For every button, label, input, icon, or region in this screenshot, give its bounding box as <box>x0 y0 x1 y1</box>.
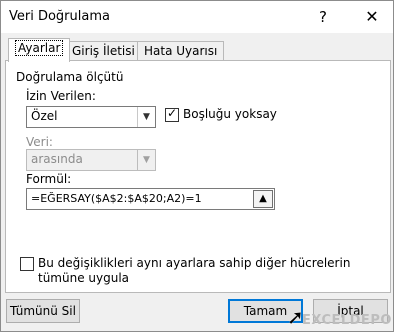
formula-input[interactable]: =EĞERSAY($A$2:$A$20;A2)=1 ▲ <box>26 188 275 210</box>
tab-input-message[interactable]: Giriş İletisi <box>65 41 142 61</box>
data-value: arasında <box>31 152 83 166</box>
ignore-blank-checkbox[interactable] <box>165 106 179 122</box>
allow-value: Özel <box>31 109 58 123</box>
allow-select[interactable]: Özel ▼ <box>26 106 156 128</box>
tab-settings[interactable]: Ayarlar <box>8 38 71 62</box>
formula-value: =EĞERSAY($A$2:$A$20;A2)=1 <box>31 192 202 205</box>
chevron-down-icon: ▼ <box>137 150 155 170</box>
clear-all-button[interactable]: Tümünü Sil <box>6 299 80 323</box>
chevron-down-icon: ▼ <box>137 107 155 127</box>
apply-to-all-checkbox[interactable] <box>20 257 34 271</box>
tab-error-alert-label: Hata Uyarısı <box>144 44 218 58</box>
apply-to-all-label: Bu değişiklikleri aynı ayarlara sahip di… <box>38 256 351 285</box>
dialog-title: Veri Doğrulama <box>9 9 110 24</box>
tab-input-message-label: Giriş İletisi <box>72 44 135 58</box>
ignore-blank-label: Boşluğu yoksay <box>183 107 277 121</box>
validation-criteria-heading: Doğrulama ölçütü <box>16 70 124 84</box>
formula-label: Formül: <box>26 172 72 186</box>
title-bar: Veri Doğrulama ? ✕ <box>1 1 393 33</box>
collapse-dialog-icon[interactable]: ▲ <box>253 190 273 208</box>
tab-error-alert[interactable]: Hata Uyarısı <box>137 41 225 61</box>
data-label: Veri: <box>26 135 53 149</box>
help-button[interactable]: ? <box>311 6 335 28</box>
tab-settings-label: Ayarlar <box>15 40 64 56</box>
data-select[interactable]: arasında ▼ <box>26 149 156 171</box>
watermark-logo: EXCELDEPO <box>302 313 392 328</box>
allow-label: İzin Verilen: <box>26 89 96 103</box>
settings-panel: Doğrulama ölçütü İzin Verilen: Özel ▼ Bo… <box>5 60 391 293</box>
data-validation-dialog: Veri Doğrulama ? ✕ Ayarlar Giriş İletisi… <box>0 0 394 332</box>
close-button[interactable]: ✕ <box>359 5 385 29</box>
